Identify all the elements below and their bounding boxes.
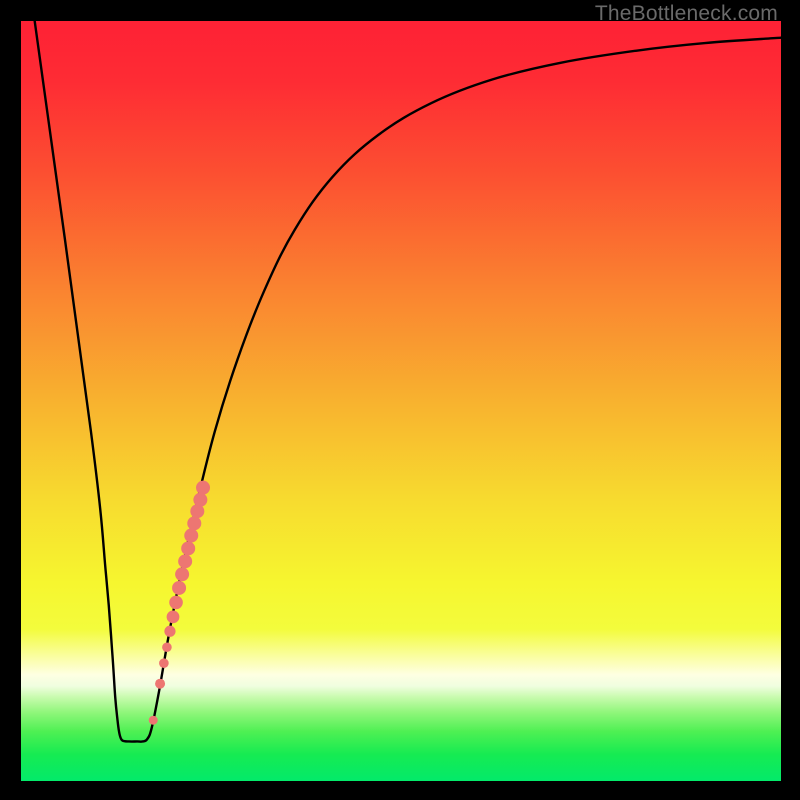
plot-area [21,21,781,781]
data-marker [164,626,175,637]
data-marker [172,581,186,595]
data-marker [175,567,189,581]
data-marker [167,610,180,623]
data-marker [169,596,183,610]
data-marker [155,679,165,689]
data-marker [184,529,198,543]
data-marker [162,642,172,652]
data-marker [159,658,169,668]
gradient-background [21,21,781,781]
data-marker [193,493,207,507]
data-marker [178,554,192,568]
data-marker [196,481,210,495]
chart-frame: TheBottleneck.com [0,0,800,800]
bottleneck-chart [21,21,781,781]
data-marker [187,516,201,530]
data-marker [181,541,195,555]
watermark-text: TheBottleneck.com [595,2,778,26]
data-marker [149,716,158,725]
